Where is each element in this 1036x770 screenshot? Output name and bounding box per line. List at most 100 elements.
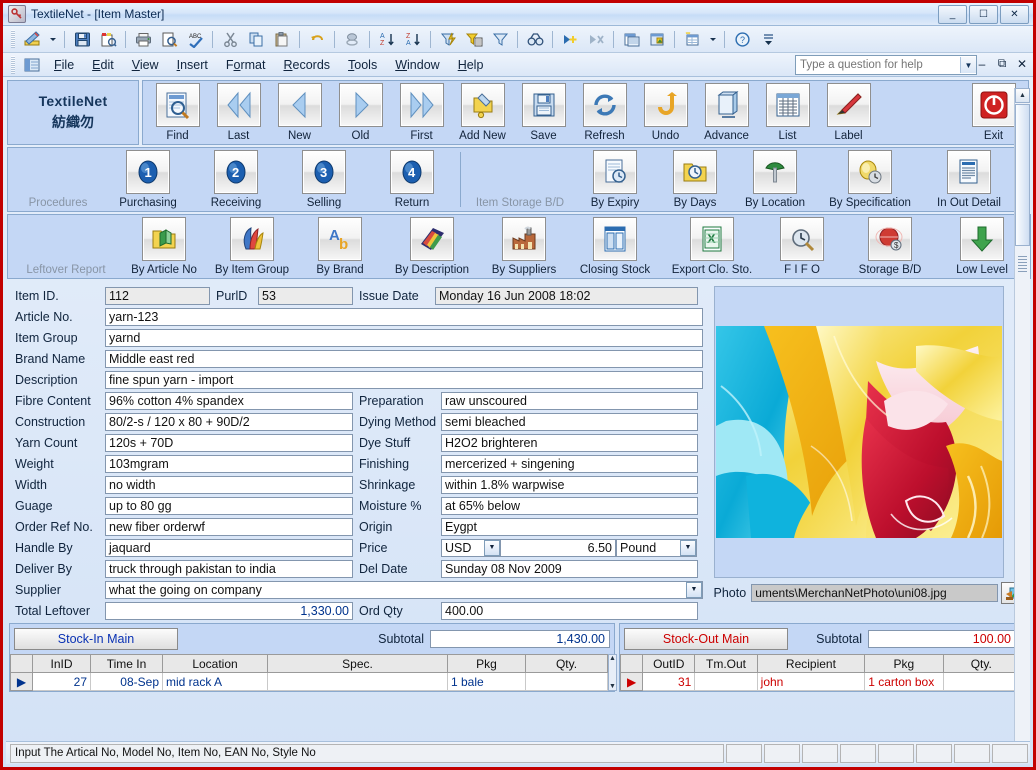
design-view-icon[interactable] [20,28,44,51]
cell-time-in[interactable]: 08-Sep [91,673,163,691]
price-amount-field[interactable]: 6.50 [500,539,616,557]
mdi-close-button[interactable]: ✕ [1015,57,1029,71]
save-button[interactable]: Save [513,83,574,142]
moisture-field[interactable]: at 65% below [441,497,698,515]
cell-recipient[interactable]: john [757,673,865,691]
scrollbar-thumb[interactable] [1015,104,1030,246]
table-row[interactable]: ▶ 31 john 1 carton box [621,673,1020,691]
menu-item-file[interactable]: File [45,56,83,74]
handle-by-field[interactable]: jaquard [105,539,353,557]
stock-out-subtotal-value[interactable]: 100.00 [868,630,1016,648]
list-button[interactable]: List [757,83,818,142]
col-tm-out[interactable]: Tm.Out [695,655,757,673]
first-button[interactable]: First [391,83,452,142]
finishing-field[interactable]: mercerized + singening [441,455,698,473]
article-no-field[interactable]: yarn-123 [105,308,703,326]
menu-item-tools[interactable]: Tools [339,56,386,74]
scroll-up-icon[interactable]: ▲ [1015,88,1030,103]
stock-out-main-button[interactable]: Stock-Out Main [624,628,788,650]
old-button[interactable]: Old [330,83,391,142]
new-object-icon[interactable] [645,28,669,51]
spelling-icon[interactable]: ABC [183,28,207,51]
mdi-restore-button[interactable]: ⧉ [995,56,1009,71]
fifo-button[interactable]: F I F O [762,217,842,276]
find-binoculars-icon[interactable] [523,28,547,51]
cut-icon[interactable] [218,28,242,51]
sort-ascending-icon[interactable]: AZ [375,28,399,51]
supplier-combo[interactable]: what the going on company ▼ [105,581,702,599]
row-selector[interactable]: ▶ [621,673,643,691]
cell-qty[interactable] [943,673,1019,691]
cell-pkg[interactable]: 1 bale [448,673,526,691]
undo-icon[interactable] [305,28,329,51]
menu-item-records[interactable]: Records [274,56,339,74]
last-button[interactable]: Last [208,83,269,142]
by-brand-button[interactable]: Ab By Brand [296,217,384,276]
construction-field[interactable]: 80/2-s / 120 x 80 + 90D/2 [105,413,353,431]
in-out-detail-button[interactable]: In Out Detail [925,150,1013,209]
office-links-icon[interactable] [340,28,364,51]
row-selector[interactable]: ▶ [11,673,33,691]
scroll-down-icon[interactable]: ▼ [609,683,616,690]
chevron-down-icon[interactable]: ▼ [960,57,976,73]
print-icon[interactable] [131,28,155,51]
toolbar-grip[interactable] [11,30,15,48]
filter-by-selection-icon[interactable] [436,28,460,51]
cell-qty[interactable] [526,673,608,691]
by-expiry-button[interactable]: By Expiry [575,150,655,209]
selling-button[interactable]: 3 Selling [280,150,368,209]
by-suppliers-button[interactable]: By Suppliers [480,217,568,276]
col-spec[interactable]: Spec. [268,655,448,673]
menu-item-insert[interactable]: Insert [168,56,217,74]
scrollbar-grip[interactable] [1018,256,1027,272]
stock-in-grid[interactable]: InID Time In Location Spec. Pkg Qty. ▶ 2… [10,654,608,691]
yarn-count-field[interactable]: 120s + 70D [105,434,353,452]
menu-item-format[interactable]: Format [217,56,275,74]
menu-object-icon[interactable] [20,53,44,76]
col-qty[interactable]: Qty. [943,655,1019,673]
sort-descending-icon[interactable]: ZA [401,28,425,51]
stock-out-grid[interactable]: OutID Tm.Out Recipient Pkg Qty. ▶ 31 jo [620,654,1020,691]
receiving-button[interactable]: 2 Receiving [192,150,280,209]
cell-inid[interactable]: 27 [33,673,91,691]
export-closing-stock-button[interactable]: X Export Clo. Sto. [662,217,762,276]
dying-method-field[interactable]: semi bleached [441,413,698,431]
find-button[interactable]: Find [147,83,208,142]
new-object-dropdown-icon[interactable] [706,28,719,51]
col-pkg[interactable]: Pkg [448,655,526,673]
cell-location[interactable]: mid rack A [163,673,268,691]
form-vertical-scrollbar[interactable]: ▲ [1014,88,1030,742]
width-field[interactable]: no width [105,476,353,494]
maximize-button[interactable]: ☐ [969,5,998,24]
dye-stuff-field[interactable]: H2O2 brighteren [441,434,698,452]
price-currency-combo[interactable]: USD ▼ [441,539,500,557]
low-level-button[interactable]: Low Level [938,217,1026,276]
preview-icon[interactable] [157,28,181,51]
new-record-icon[interactable] [558,28,582,51]
by-specification-button[interactable]: By Specification [815,150,925,209]
chevron-down-icon[interactable]: ▼ [484,540,500,556]
new-table-icon[interactable] [680,28,704,51]
guage-field[interactable]: up to 80 gg [105,497,353,515]
photo-frame[interactable] [714,286,1004,578]
new-button[interactable]: New [269,83,330,142]
refresh-button[interactable]: Refresh [574,83,635,142]
by-location-button[interactable]: By Location [735,150,815,209]
item-id-field[interactable]: 112 [105,287,210,305]
minimize-button[interactable]: _ [938,5,967,24]
price-unit-combo[interactable]: Pound ▼ [616,539,696,557]
dropdown-arrow-icon[interactable] [46,28,59,51]
closing-stock-button[interactable]: Closing Stock [568,217,662,276]
issue-date-field[interactable]: Monday 16 Jun 2008 18:02 [435,287,698,305]
preparation-field[interactable]: raw unscoured [441,392,698,410]
col-outid[interactable]: OutID [643,655,695,673]
by-article-no-button[interactable]: By Article No [120,217,208,276]
col-time-in[interactable]: Time In [91,655,163,673]
origin-field[interactable]: Eygpt [441,518,698,536]
col-pkg[interactable]: Pkg [865,655,943,673]
filter-by-form-icon[interactable] [462,28,486,51]
undo-button[interactable]: Undo [635,83,696,142]
col-qty[interactable]: Qty. [526,655,608,673]
item-group-field[interactable]: yarnd [105,329,703,347]
menubar-grip[interactable] [11,56,15,74]
